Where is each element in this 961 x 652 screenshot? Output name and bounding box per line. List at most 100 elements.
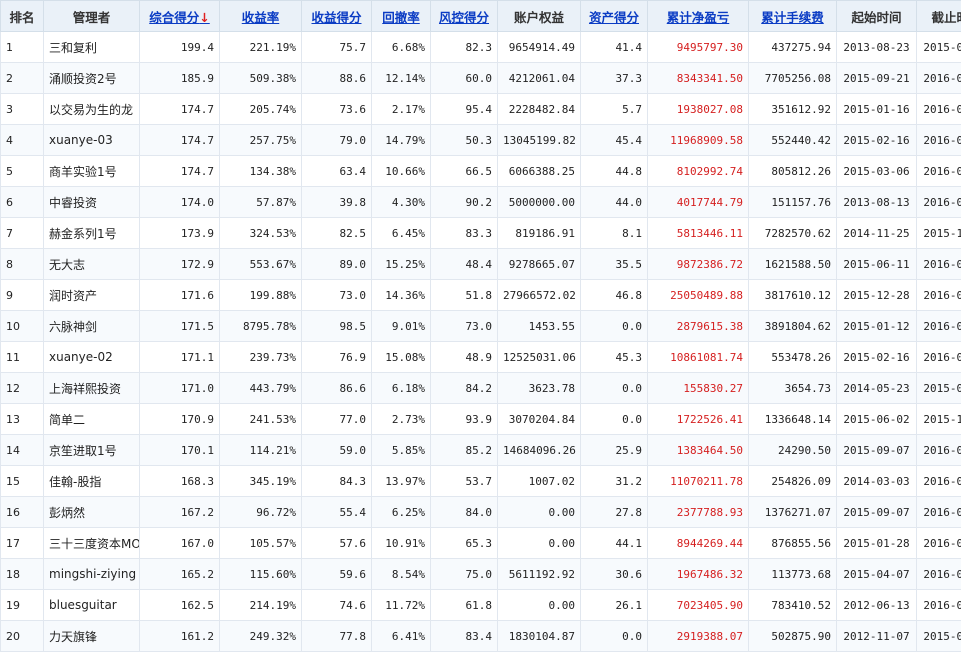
end-date-cell: 2016-07-07 (917, 63, 961, 94)
overall-score-cell: 174.7 (140, 125, 220, 156)
manager-cell[interactable]: xuanye-03 (44, 125, 140, 156)
start-date-cell: 2014-03-03 (837, 466, 917, 497)
manager-cell[interactable]: 赫金系列1号 (44, 218, 140, 249)
manager-cell[interactable]: 京笙进取1号 (44, 435, 140, 466)
cum-fee-cell: 553478.26 (749, 342, 837, 373)
col-risk-score-header[interactable]: 风控得分 (431, 1, 498, 32)
manager-cell[interactable]: 涌顺投资2号 (44, 63, 140, 94)
cum-pnl-cell: 5813446.11 (648, 218, 749, 249)
cum-pnl-cell: 2919388.07 (648, 621, 749, 652)
equity-cell: 3623.78 (498, 373, 581, 404)
equity-cell: 1453.55 (498, 311, 581, 342)
rank-cell: 14 (1, 435, 44, 466)
manager-cell[interactable]: 以交易为生的龙 (44, 94, 140, 125)
equity-cell: 6066388.25 (498, 156, 581, 187)
equity-cell: 1007.02 (498, 466, 581, 497)
drawdown-cell: 14.36% (372, 280, 431, 311)
risk-score-cell: 48.4 (431, 249, 498, 280)
equity-cell: 0.00 (498, 528, 581, 559)
start-date-cell: 2015-02-16 (837, 125, 917, 156)
col-manager-header: 管理者 (44, 1, 140, 32)
manager-cell[interactable]: 中睿投资 (44, 187, 140, 218)
risk-score-cell: 50.3 (431, 125, 498, 156)
overall-score-cell: 171.5 (140, 311, 220, 342)
manager-cell[interactable]: xuanye-02 (44, 342, 140, 373)
manager-cell[interactable]: 简单二 (44, 404, 140, 435)
manager-cell[interactable]: 商羊实验1号 (44, 156, 140, 187)
return-rate-cell: 553.67% (220, 249, 302, 280)
table-row: 4xuanye-03174.7257.75%79.014.79%50.31304… (1, 125, 961, 156)
manager-cell[interactable]: mingshi-ziying (44, 559, 140, 590)
col-return-rate-header[interactable]: 收益率 (220, 1, 302, 32)
manager-cell[interactable]: 上海祥熙投资 (44, 373, 140, 404)
manager-cell[interactable]: 彭炳然 (44, 497, 140, 528)
start-date-cell: 2014-05-23 (837, 373, 917, 404)
manager-cell[interactable]: bluesguitar (44, 590, 140, 621)
manager-cell[interactable]: 佳翰-股指 (44, 466, 140, 497)
col-cum-pnl-header[interactable]: 累计净盈亏 (648, 1, 749, 32)
table-row: 7赫金系列1号173.9324.53%82.56.45%83.3819186.9… (1, 218, 961, 249)
equity-cell: 12525031.06 (498, 342, 581, 373)
cum-fee-cell: 1336648.14 (749, 404, 837, 435)
manager-cell[interactable]: 润时资产 (44, 280, 140, 311)
asset-score-cell: 44.1 (581, 528, 648, 559)
risk-score-cell: 61.8 (431, 590, 498, 621)
return-rate-cell: 214.19% (220, 590, 302, 621)
col-drawdown-header[interactable]: 回撤率 (372, 1, 431, 32)
cum-fee-cell: 783410.52 (749, 590, 837, 621)
risk-score-cell: 95.4 (431, 94, 498, 125)
end-date-cell: 2016-07-07 (917, 466, 961, 497)
overall-score-cell: 168.3 (140, 466, 220, 497)
cum-pnl-cell: 1722526.41 (648, 404, 749, 435)
start-date-cell: 2015-01-16 (837, 94, 917, 125)
overall-score-cell: 174.0 (140, 187, 220, 218)
col-overall-score-header[interactable]: 综合得分↓ (140, 1, 220, 32)
drawdown-cell: 6.68% (372, 32, 431, 63)
asset-score-cell: 5.7 (581, 94, 648, 125)
cum-pnl-cell: 1938027.08 (648, 94, 749, 125)
col-asset-score-header[interactable]: 资产得分 (581, 1, 648, 32)
overall-score-label[interactable]: 综合得分 (149, 10, 199, 25)
return-rate-cell: 241.53% (220, 404, 302, 435)
return-score-cell: 77.0 (302, 404, 372, 435)
start-date-cell: 2015-04-07 (837, 559, 917, 590)
asset-score-cell: 35.5 (581, 249, 648, 280)
risk-score-cell: 93.9 (431, 404, 498, 435)
cum-fee-cell: 3654.73 (749, 373, 837, 404)
return-rate-cell: 115.60% (220, 559, 302, 590)
cum-fee-cell: 502875.90 (749, 621, 837, 652)
return-score-cell: 63.4 (302, 156, 372, 187)
rank-cell: 20 (1, 621, 44, 652)
table-row: 19bluesguitar162.5214.19%74.611.72%61.80… (1, 590, 961, 621)
return-rate-cell: 257.75% (220, 125, 302, 156)
overall-score-cell: 174.7 (140, 94, 220, 125)
risk-score-cell: 75.0 (431, 559, 498, 590)
drawdown-cell: 2.73% (372, 404, 431, 435)
end-date-cell: 2015-04-16 (917, 621, 961, 652)
end-date-cell: 2016-07-07 (917, 590, 961, 621)
manager-cell[interactable]: 无大志 (44, 249, 140, 280)
manager-cell[interactable]: 六脉神剑 (44, 311, 140, 342)
drawdown-cell: 10.66% (372, 156, 431, 187)
manager-cell[interactable]: 三十三度资本MO (44, 528, 140, 559)
table-row: 10六脉神剑171.58795.78%98.59.01%73.01453.550… (1, 311, 961, 342)
equity-cell: 9278665.07 (498, 249, 581, 280)
manager-cell[interactable]: 力天旗锋 (44, 621, 140, 652)
equity-cell: 0.00 (498, 590, 581, 621)
manager-cell[interactable]: 三和复利 (44, 32, 140, 63)
equity-cell: 819186.91 (498, 218, 581, 249)
end-date-cell: 2016-07-07 (917, 125, 961, 156)
return-score-cell: 84.3 (302, 466, 372, 497)
rank-cell: 4 (1, 125, 44, 156)
drawdown-cell: 6.18% (372, 373, 431, 404)
col-cum-fee-header[interactable]: 累计手续费 (749, 1, 837, 32)
rank-cell: 5 (1, 156, 44, 187)
return-score-cell: 76.9 (302, 342, 372, 373)
rank-cell: 7 (1, 218, 44, 249)
cum-fee-cell: 437275.94 (749, 32, 837, 63)
overall-score-cell: 161.2 (140, 621, 220, 652)
cum-pnl-cell: 2377788.93 (648, 497, 749, 528)
col-return-score-header[interactable]: 收益得分 (302, 1, 372, 32)
start-date-cell: 2015-12-28 (837, 280, 917, 311)
equity-cell: 2228482.84 (498, 94, 581, 125)
